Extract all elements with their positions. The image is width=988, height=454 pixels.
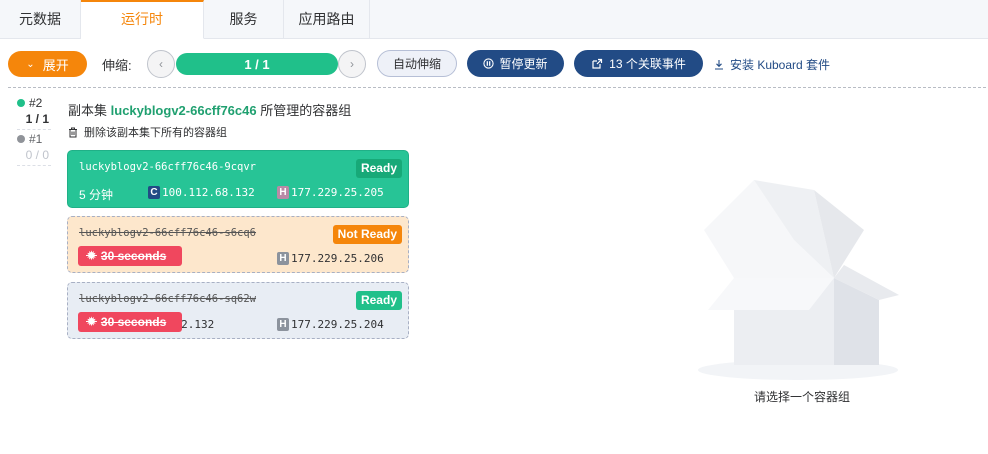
host-ip-tag: H [277,318,289,331]
tab-metadata[interactable]: 元数据 [0,0,81,39]
chevron-right-icon: › [350,57,354,71]
expand-button[interactable]: ⌄ 展开 [8,51,87,77]
pod-card[interactable]: luckyblogv2-66cff76c46-sq62w Ready .86.3… [67,282,409,339]
scale-increase-button[interactable]: › [338,50,366,78]
revision-count: 0 / 0 [17,148,51,166]
pod-card[interactable]: luckyblogv2-66cff76c46-9cqvr Ready 5 分钟 … [67,150,409,208]
replica-count: 1 / 1 [176,53,338,75]
host-ip: H 177.229.25.205 [277,186,384,199]
expand-button-label: 展开 [42,57,69,73]
related-events-button[interactable]: 13 个关联事件 [574,50,703,77]
delete-pods-label: 删除该副本集下所有的容器组 [84,127,227,139]
trash-icon [69,127,77,137]
runtime-toolbar: ⌄ 展开 伸缩: ‹ 1 / 1 › 自动伸缩 暂停更新 13 个关联事件 安装… [0,39,988,87]
pause-update-button[interactable]: 暂停更新 [467,50,564,77]
status-dot-icon [17,135,25,143]
divider [8,87,986,88]
host-ip: H 177.229.25.206 [277,252,384,265]
tab-ingress[interactable]: 应用路由 [284,0,370,39]
install-kuboard-label: 安装 Kuboard 套件 [730,58,831,72]
replicaset-name[interactable]: luckyblogv2-66cff76c46 [111,103,257,118]
host-ip-tag: H [277,186,289,199]
related-events-label: 13 个关联事件 [609,57,686,71]
status-badge: Ready [355,159,402,178]
status-badge: Not Ready [332,225,402,244]
replicaset-title: 副本集 luckyblogv2-66cff76c46 所管理的容器组 [68,100,351,119]
host-ip-value: 177.229.25.206 [291,252,384,265]
terminating-badge: ✹ 30 seconds [78,246,182,266]
gear-icon: ✹ [86,248,97,263]
replicaset-prefix: 副本集 [68,103,108,118]
pod-name: luckyblogv2-66cff76c46-9cqvr [79,161,257,173]
pause-icon [483,58,495,69]
pod-age: 5 分钟 [79,188,114,202]
host-ip-value: 177.229.25.204 [291,318,384,331]
terminating-time: 30 seconds [100,315,167,329]
revision-label: #2 [29,96,43,110]
chevron-left-icon: ‹ [159,57,163,71]
download-icon [715,60,723,70]
empty-state-label: 请选择一个容器组 [754,390,851,404]
revision-item[interactable]: #1 0 / 0 [17,132,51,166]
host-ip-tag: H [277,252,289,265]
pod-name: luckyblogv2-66cff76c46-sq62w [79,293,257,305]
revision-count: 1 / 1 [17,112,51,130]
tab-runtime[interactable]: 运行时 [81,0,204,39]
replicaset-suffix: 所管理的容器组 [260,103,352,118]
empty-box-icon [698,180,899,380]
pod-card[interactable]: luckyblogv2-66cff76c46-s6cq6 Not Ready ✹… [67,216,409,273]
autoscale-button[interactable]: 自动伸缩 [377,50,457,77]
event-icon [592,58,603,69]
terminating-badge: ✹ 30 seconds [78,312,182,332]
status-dot-icon [17,99,25,107]
scale-label: 伸缩: [102,58,132,73]
terminating-time: 30 seconds [100,249,167,263]
revision-item[interactable]: #2 1 / 1 [17,96,51,130]
install-kuboard-link[interactable]: 安装 Kuboard 套件 [714,56,830,73]
host-ip: H 177.229.25.204 [277,318,384,331]
status-badge: Ready [355,291,402,310]
host-ip-value: 177.229.25.205 [291,186,384,199]
gear-icon: ✹ [86,314,97,329]
tab-services[interactable]: 服务 [204,0,284,39]
pod-name: luckyblogv2-66cff76c46-s6cq6 [79,227,257,239]
delete-pods-link[interactable]: 删除该副本集下所有的容器组 [68,124,227,140]
revision-label: #1 [29,132,43,146]
pause-update-label: 暂停更新 [499,57,548,71]
scale-decrease-button[interactable]: ‹ [147,50,175,78]
chevron-down-icon: ⌄ [26,58,35,70]
tab-bar: 元数据 运行时 服务 应用路由 [0,0,988,39]
pod-ip-value: 100.112.68.132 [162,186,255,199]
pod-ip: C 100.112.68.132 [148,186,255,199]
pod-ip-tag: C [148,186,160,199]
